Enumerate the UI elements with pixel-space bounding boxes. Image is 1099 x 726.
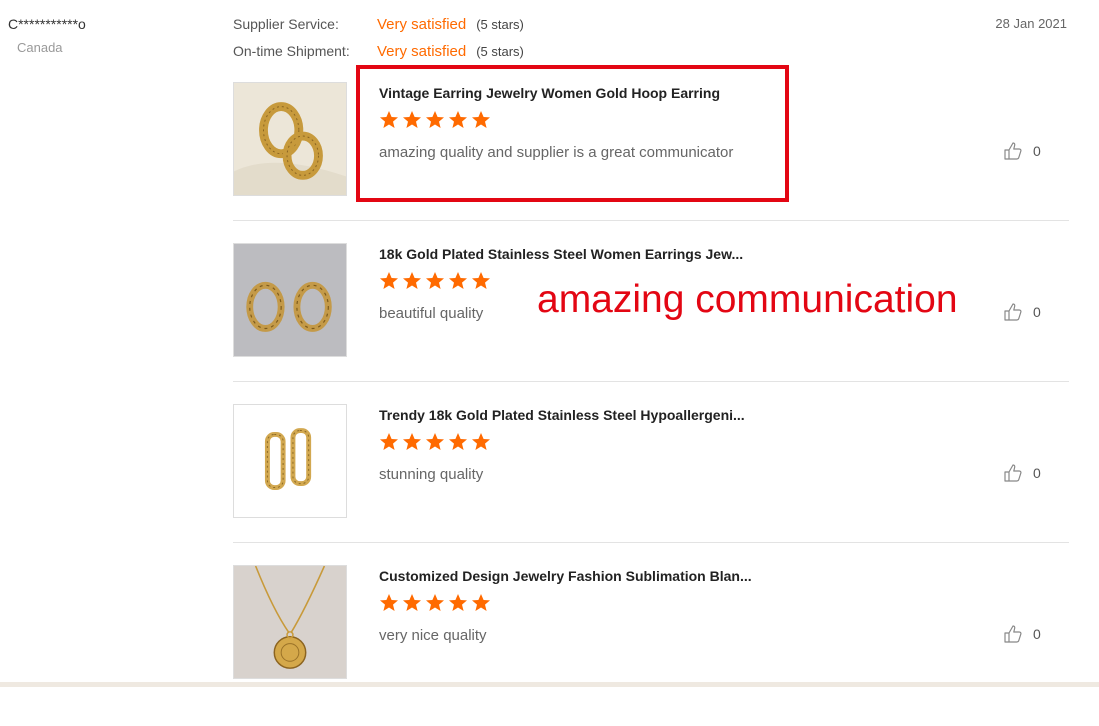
star-icon: [426, 594, 444, 611]
divider: [233, 220, 1069, 221]
like-button[interactable]: 0: [1003, 463, 1041, 483]
star-icon: [472, 594, 490, 611]
star-icon: [426, 433, 444, 450]
star-icon: [403, 272, 421, 289]
review-comment: beautiful quality: [379, 305, 484, 322]
review-item: Trendy 18k Gold Plated Stainless Steel H…: [233, 404, 1069, 565]
thumbs-up-icon: [1004, 303, 1022, 321]
product-thumbnail[interactable]: [233, 404, 347, 518]
product-thumbnail[interactable]: [233, 565, 347, 679]
necklace-image: [234, 566, 346, 678]
rating-stars-text: (5 stars): [476, 43, 524, 59]
star-icon: [426, 272, 444, 289]
review-stars: [379, 271, 491, 291]
star-icon: [380, 433, 398, 450]
star-icon: [380, 594, 398, 611]
supplier-service-rating: Supplier Service: Very satisfied (5 star…: [233, 14, 524, 34]
star-icon: [449, 272, 467, 289]
review-comment: very nice quality: [379, 627, 487, 644]
like-button[interactable]: 0: [1003, 302, 1041, 322]
star-icon: [472, 272, 490, 289]
earring-hoops-image: [234, 83, 346, 195]
earring-rectangle-image: [234, 405, 346, 517]
like-count: 0: [1033, 143, 1041, 159]
thumbs-up-icon: [1004, 142, 1022, 160]
thumbs-up-icon: [1004, 464, 1022, 482]
like-count: 0: [1033, 626, 1041, 642]
review-date: 28 Jan 2021: [995, 16, 1067, 31]
annotation-text: amazing communication: [537, 278, 958, 321]
reviewer-name: C***********o: [8, 16, 86, 32]
bottom-strip: [0, 682, 1099, 687]
like-button[interactable]: 0: [1003, 624, 1041, 644]
star-icon: [403, 433, 421, 450]
star-icon: [449, 594, 467, 611]
product-title[interactable]: Customized Design Jewelry Fashion Sublim…: [379, 568, 752, 584]
star-icon: [449, 433, 467, 450]
review-item: Customized Design Jewelry Fashion Sublim…: [233, 565, 1069, 726]
review-comment: stunning quality: [379, 466, 484, 483]
review-item: 18k Gold Plated Stainless Steel Women Ea…: [233, 243, 1069, 404]
highlight-box: [356, 65, 789, 202]
rating-value: Very satisfied: [377, 42, 467, 60]
rating-label: On-time Shipment:: [233, 43, 350, 59]
rating-label: Supplier Service:: [233, 16, 339, 32]
star-icon: [403, 594, 421, 611]
reviewer-country: Canada: [17, 40, 63, 55]
thumbs-up-icon: [1004, 625, 1022, 643]
on-time-shipment-rating: On-time Shipment: Very satisfied (5 star…: [233, 41, 524, 61]
review-stars: [379, 593, 491, 613]
rating-value: Very satisfied: [377, 15, 467, 33]
like-count: 0: [1033, 304, 1041, 320]
rating-stars-text: (5 stars): [476, 16, 524, 32]
star-icon: [472, 433, 490, 450]
divider: [233, 542, 1069, 543]
divider: [233, 381, 1069, 382]
product-thumbnail[interactable]: [233, 243, 347, 357]
like-button[interactable]: 0: [1003, 141, 1041, 161]
like-count: 0: [1033, 465, 1041, 481]
earring-hoops-image: [234, 244, 346, 356]
product-title[interactable]: Trendy 18k Gold Plated Stainless Steel H…: [379, 407, 745, 423]
review-stars: [379, 432, 491, 452]
product-thumbnail[interactable]: [233, 82, 347, 196]
product-title[interactable]: 18k Gold Plated Stainless Steel Women Ea…: [379, 246, 743, 262]
star-icon: [380, 272, 398, 289]
